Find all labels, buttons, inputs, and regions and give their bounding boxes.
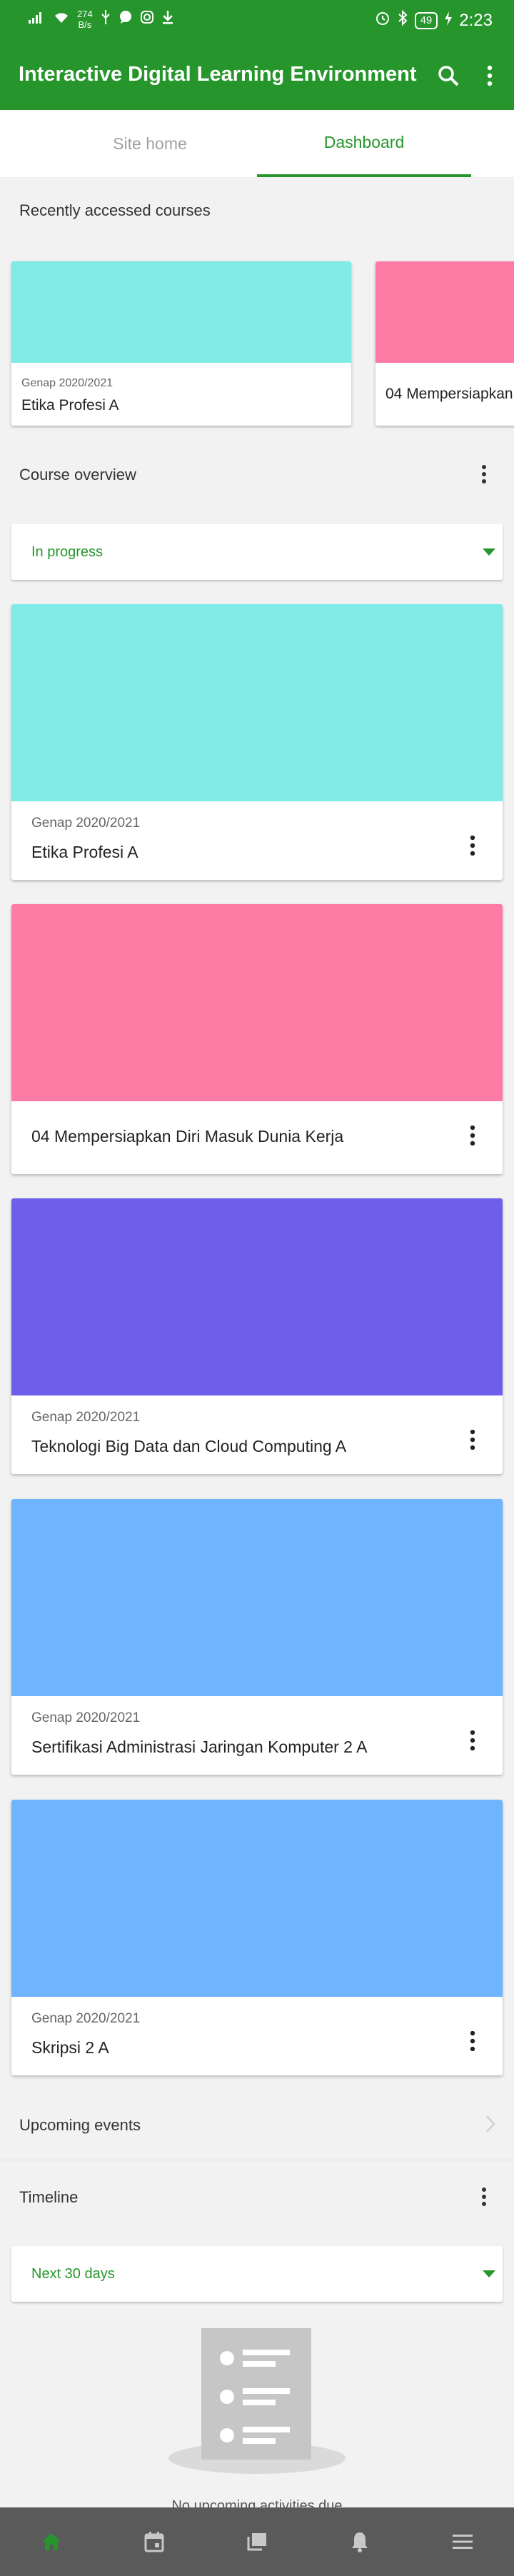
more-menu-icon — [453, 2535, 473, 2549]
course-name: Etika Profesi A — [31, 843, 138, 861]
course-category: Genap 2020/2021 — [31, 816, 141, 831]
nav-courses-button[interactable] — [240, 2525, 274, 2559]
tab-dashboard[interactable]: Dashboard — [257, 110, 471, 177]
timeline-filter-select[interactable]: Next 30 days — [11, 2246, 503, 2302]
course-image — [376, 261, 514, 363]
more-vert-icon — [482, 2187, 486, 2206]
usb-icon — [100, 10, 111, 29]
alarm-icon — [375, 10, 390, 31]
course-category: Genap 2020/2021 — [31, 2011, 141, 2026]
course-menu-button[interactable] — [460, 1425, 485, 1454]
course-image — [11, 904, 503, 1101]
course-card[interactable]: Genap 2020/2021 Sertifikasi Administrasi… — [11, 1499, 503, 1775]
course-name: Skripsi 2 A — [31, 2038, 109, 2057]
course-card[interactable]: Genap 2020/2021 Etika Profesi A — [11, 604, 503, 880]
chevron-right-icon — [485, 2115, 495, 2138]
dropdown-caret-icon — [483, 2270, 495, 2277]
tab-bar: Site home Dashboard — [0, 110, 514, 177]
more-vert-icon — [470, 1430, 475, 1450]
course-category: Genap 2020/2021 — [31, 1410, 141, 1425]
upcoming-events-heading: Upcoming events — [19, 2116, 141, 2134]
calendar-icon — [144, 2532, 164, 2552]
course-menu-button[interactable] — [460, 1726, 485, 1755]
bottom-navigation — [0, 2507, 514, 2576]
course-image — [11, 261, 351, 363]
course-overview-heading: Course overview — [19, 466, 136, 483]
course-name: Teknologi Big Data dan Cloud Computing A — [31, 1437, 347, 1455]
more-vert-icon — [470, 1126, 475, 1146]
recent-courses-heading: Recently accessed courses — [19, 201, 211, 219]
nav-calendar-button[interactable] — [137, 2525, 171, 2559]
more-vert-icon — [470, 836, 475, 856]
empty-list-illustration — [168, 2328, 346, 2474]
timeline-heading: Timeline — [19, 2188, 79, 2206]
status-bar: 274 B/s 49 2:23 — [0, 0, 514, 41]
course-image — [11, 1198, 503, 1395]
clock: 2:23 — [459, 10, 493, 30]
more-vert-icon — [470, 1730, 475, 1750]
course-category: Genap 2020/2021 — [31, 1710, 141, 1725]
course-name: 04 Mempersiapkan Diri Masuk Dunia Kerja — [31, 1127, 344, 1146]
home-icon — [42, 2533, 61, 2550]
page-title: Interactive Digital Learning Environment… — [19, 63, 418, 86]
course-card[interactable]: 04 Mempersiapkan Diri Masuk Dunia Kerja — [11, 904, 503, 1174]
search-icon — [438, 66, 459, 86]
nav-more-button[interactable] — [445, 2525, 480, 2559]
courses-icon — [247, 2533, 266, 2551]
course-name: Etika Profesi A — [21, 397, 119, 414]
course-overview-menu-button[interactable] — [471, 461, 497, 487]
course-card[interactable]: Genap 2020/2021 Skripsi 2 A — [11, 1800, 503, 2075]
course-menu-button[interactable] — [460, 831, 485, 860]
timeline-header: Timeline — [0, 2161, 514, 2232]
course-filter-select[interactable]: In progress — [11, 524, 503, 580]
recent-course-card[interactable]: Genap 2020/2021 Etika Profesi A — [11, 261, 351, 426]
course-card[interactable]: Genap 2020/2021 Teknologi Big Data dan C… — [11, 1198, 503, 1474]
more-vert-icon — [470, 2031, 475, 2051]
chat-icon — [119, 10, 133, 29]
recent-courses-carousel[interactable]: Genap 2020/2021 Etika Profesi A 04 Mempe… — [0, 250, 514, 429]
course-overview-header: Course overview — [0, 443, 514, 507]
battery-indicator: 49 — [414, 11, 438, 29]
more-vert-icon — [482, 465, 486, 483]
tab-site-home[interactable]: Site home — [43, 110, 257, 177]
net-speed: 274 B/s — [77, 9, 93, 30]
nav-home-button[interactable] — [34, 2525, 69, 2559]
course-menu-button[interactable] — [460, 2027, 485, 2055]
more-vert-icon — [487, 65, 493, 86]
notifications-icon — [352, 2532, 368, 2552]
upcoming-events-row[interactable]: Upcoming events — [0, 2089, 514, 2160]
search-button[interactable] — [431, 59, 465, 93]
course-name: 04 Mempersiapkan Diri Masuk Dunia Kerja — [386, 386, 514, 402]
dropdown-caret-icon — [483, 548, 495, 556]
wifi-icon — [53, 11, 70, 28]
course-menu-button[interactable] — [460, 1121, 485, 1150]
course-filter-value: In progress — [31, 544, 104, 560]
recent-course-card[interactable]: 04 Mempersiapkan Diri Masuk Dunia Kerja — [376, 261, 514, 426]
signal-icon — [29, 11, 46, 28]
timeline-menu-button[interactable] — [471, 2184, 497, 2210]
download-icon — [161, 10, 174, 29]
instagram-icon — [140, 10, 154, 29]
recent-courses-header: Recently accessed courses — [0, 177, 514, 250]
bluetooth-icon — [398, 9, 408, 31]
charging-icon — [445, 11, 453, 31]
timeline-filter-value: Next 30 days — [31, 2266, 115, 2282]
course-image — [11, 1800, 503, 1997]
course-category: Genap 2020/2021 — [21, 377, 114, 389]
nav-notifications-button[interactable] — [343, 2525, 377, 2559]
app-bar: Interactive Digital Learning Environment… — [0, 41, 514, 110]
course-name: Sertifikasi Administrasi Jaringan Komput… — [31, 1738, 368, 1756]
course-image — [11, 1499, 503, 1696]
course-image — [11, 604, 503, 801]
overflow-menu-button[interactable] — [473, 59, 507, 93]
